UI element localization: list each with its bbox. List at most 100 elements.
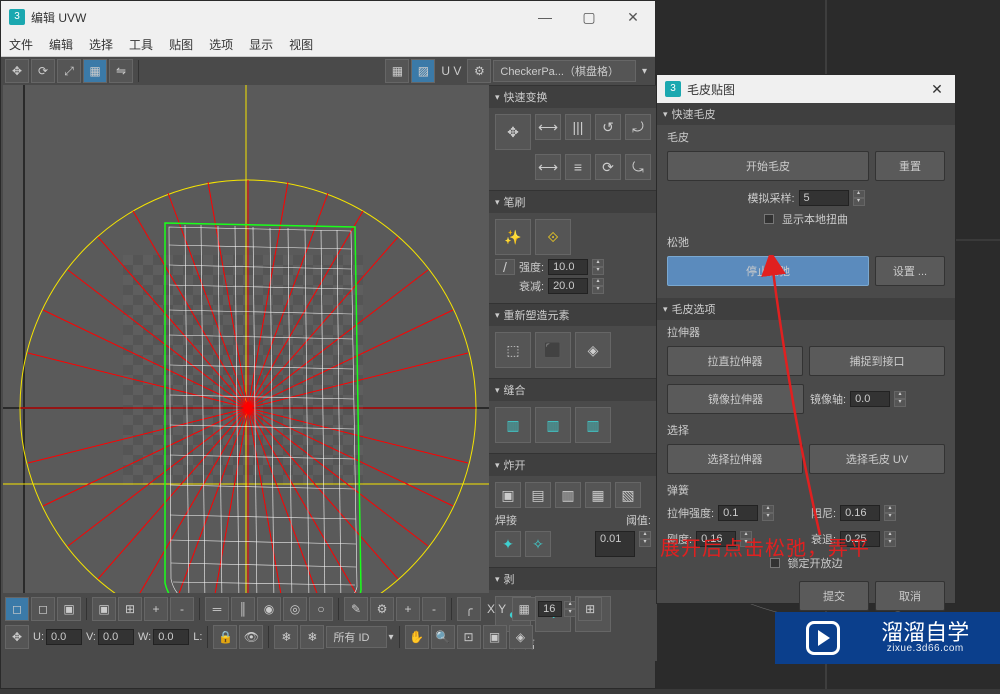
- plus2-icon[interactable]: +: [396, 597, 420, 621]
- move-tool-icon[interactable]: ✥: [5, 59, 29, 83]
- cancel-button[interactable]: 取消: [875, 581, 945, 611]
- mirror-stretch-button[interactable]: 镜像拉伸器: [667, 384, 804, 414]
- e5-icon[interactable]: ▧: [615, 482, 641, 508]
- ring-icon[interactable]: ║: [231, 597, 255, 621]
- vert-sel-icon[interactable]: ◻: [5, 597, 29, 621]
- snow-icon[interactable]: ❄: [274, 625, 298, 649]
- u-value[interactable]: 0.0: [46, 629, 82, 645]
- soft2-icon[interactable]: ◎: [283, 597, 307, 621]
- e3-icon[interactable]: ▥: [555, 482, 581, 508]
- zoom-icon[interactable]: 🔍: [431, 625, 455, 649]
- menu-display[interactable]: 显示: [249, 36, 273, 53]
- zoom-extents-icon[interactable]: ▣: [483, 625, 507, 649]
- value16[interactable]: 16: [538, 601, 562, 617]
- pelt-close-button[interactable]: ✕: [919, 81, 955, 98]
- stop-relax-button[interactable]: 停止松弛: [667, 256, 869, 286]
- id-dropdown[interactable]: 所有 ID: [326, 626, 386, 648]
- edge-sel-icon[interactable]: ◻: [31, 597, 55, 621]
- close-button[interactable]: ✕: [611, 1, 655, 33]
- face-sel-icon[interactable]: ▣: [57, 597, 81, 621]
- damping-field[interactable]: 0.16: [840, 505, 880, 521]
- bars-icon[interactable]: |||: [565, 114, 591, 140]
- pelt-quick-header[interactable]: 快速毛皮: [657, 103, 955, 125]
- sync-icon[interactable]: ⤾: [625, 114, 651, 140]
- stretch-strength-field[interactable]: 0.1: [718, 505, 758, 521]
- snow2-icon[interactable]: ❄: [300, 625, 324, 649]
- grid-icon[interactable]: ▦: [385, 59, 409, 83]
- cube1-icon[interactable]: ⬛: [535, 332, 571, 368]
- rotate-tool-icon[interactable]: ⟳: [31, 59, 55, 83]
- grow-icon[interactable]: +: [144, 597, 168, 621]
- menu-file[interactable]: 文件: [9, 36, 33, 53]
- menu-mapping[interactable]: 贴图: [169, 36, 193, 53]
- pelt-options-header[interactable]: 毛皮选项: [657, 298, 955, 320]
- settings-button[interactable]: 设置 ...: [875, 256, 945, 286]
- uv-viewport[interactable]: [3, 85, 489, 593]
- reset-button[interactable]: 重置: [875, 151, 945, 181]
- e4-icon[interactable]: ▦: [585, 482, 611, 508]
- soft3-icon[interactable]: ○: [309, 597, 333, 621]
- menu-tools[interactable]: 工具: [129, 36, 153, 53]
- menu-view[interactable]: 视图: [289, 36, 313, 53]
- zoom-sel-icon[interactable]: ◈: [509, 625, 533, 649]
- elem-icon[interactable]: ▣: [92, 597, 116, 621]
- dist-icon[interactable]: ⟳: [595, 154, 621, 180]
- stitch3-icon[interactable]: ▥: [575, 407, 611, 443]
- minimize-button[interactable]: —: [523, 1, 567, 33]
- e1-icon[interactable]: ▣: [495, 482, 521, 508]
- weld2-icon[interactable]: ✧: [525, 531, 551, 557]
- select-stretcher-button[interactable]: 选择拉伸器: [667, 444, 803, 474]
- align-h-icon[interactable]: ≡: [565, 154, 591, 180]
- scale-tool-icon[interactable]: ⤢: [57, 59, 81, 83]
- paint-icon[interactable]: ✎: [344, 597, 368, 621]
- show-local-check[interactable]: [764, 214, 774, 224]
- curve-icon[interactable]: ╭: [457, 597, 481, 621]
- mirror-axis-field[interactable]: 0.0: [850, 391, 890, 407]
- snap-seams-button[interactable]: 捕捉到接口: [809, 346, 945, 376]
- shrink-icon[interactable]: -: [170, 597, 194, 621]
- relax-icon[interactable]: ⬚: [495, 332, 531, 368]
- align-v-icon[interactable]: ⟷: [535, 154, 561, 180]
- cube2-icon[interactable]: ◈: [575, 332, 611, 368]
- loop-icon[interactable]: ═: [205, 597, 229, 621]
- maximize-button[interactable]: ▢: [567, 1, 611, 33]
- shuffle-icon[interactable]: ⤿: [625, 154, 651, 180]
- cube-brush-icon[interactable]: ⟐: [535, 219, 571, 255]
- commit-button[interactable]: 提交: [799, 581, 869, 611]
- stitch1-icon[interactable]: ▥: [495, 407, 531, 443]
- wand-icon[interactable]: ✨: [495, 219, 531, 255]
- gear2-icon[interactable]: ⚙: [370, 597, 394, 621]
- start-fur-button[interactable]: 开始毛皮: [667, 151, 869, 181]
- mirror-h-icon[interactable]: ⇋: [109, 59, 133, 83]
- rotate-icon[interactable]: ↺: [595, 114, 621, 140]
- select-pelt-uv-button[interactable]: 选择毛皮 UV: [809, 444, 945, 474]
- lock-icon[interactable]: 🔒: [213, 625, 237, 649]
- zoom-region-icon[interactable]: ⊡: [457, 625, 481, 649]
- all-icon[interactable]: ⊞: [118, 597, 142, 621]
- checker-icon[interactable]: ▨: [411, 59, 435, 83]
- straighten-button[interactable]: 拉直拉伸器: [667, 346, 803, 376]
- grid2-icon[interactable]: ⊞: [578, 597, 602, 621]
- falloff-field[interactable]: 20.0: [548, 278, 588, 294]
- gear-icon[interactable]: ⚙: [467, 59, 491, 83]
- stitch2-icon[interactable]: ▥: [535, 407, 571, 443]
- strength-field[interactable]: 10.0: [548, 259, 588, 275]
- transform-icon[interactable]: ✥: [5, 625, 29, 649]
- minus2-icon[interactable]: -: [422, 597, 446, 621]
- soft1-icon[interactable]: ◉: [257, 597, 281, 621]
- w-value[interactable]: 0.0: [153, 629, 189, 645]
- freeform-tool-icon[interactable]: ▦: [83, 59, 107, 83]
- map-dropdown[interactable]: CheckerPa...（棋盘格）: [493, 60, 636, 82]
- hash-icon[interactable]: ▦: [512, 597, 536, 621]
- e2-icon[interactable]: ▤: [525, 482, 551, 508]
- v-value[interactable]: 0.0: [98, 629, 134, 645]
- menu-options[interactable]: 选项: [209, 36, 233, 53]
- sim-samples-field[interactable]: 5: [799, 190, 849, 206]
- hand-icon[interactable]: ✋: [405, 625, 429, 649]
- threshold-field[interactable]: 0.01: [595, 531, 635, 557]
- align-top-icon[interactable]: ⟷: [535, 114, 561, 140]
- weld1-icon[interactable]: ✦: [495, 531, 521, 557]
- menu-select[interactable]: 选择: [89, 36, 113, 53]
- eye-icon[interactable]: 👁: [239, 625, 263, 649]
- move-center-icon[interactable]: ✥: [495, 114, 531, 150]
